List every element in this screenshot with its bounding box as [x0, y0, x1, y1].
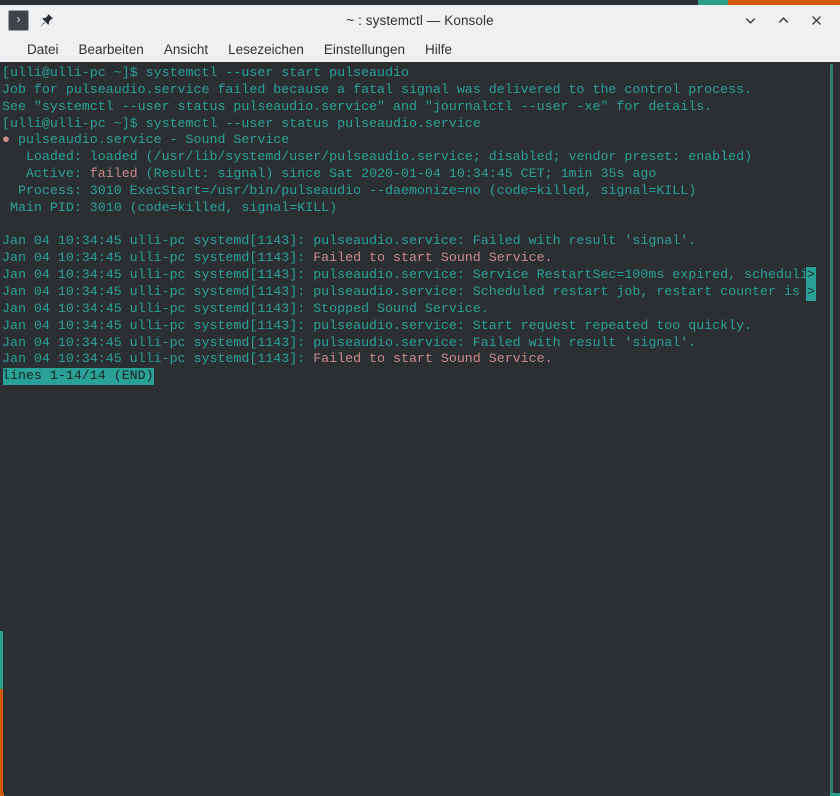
menu-bar: Datei Bearbeiten Ansicht Lesezeichen Ein…: [0, 36, 840, 62]
terminal-status-line: lines 1-14/14 (END): [2, 368, 824, 386]
terminal-line: Jan 04 10:34:45 ulli-pc systemd[1143]: F…: [2, 250, 824, 267]
terminal-line-text: Jan 04 10:34:45 ulli-pc systemd[1143]: p…: [2, 317, 753, 333]
terminal-line: Active: failed (Result: signal) since Sa…: [2, 166, 824, 183]
terminal-scrollbar-thumb[interactable]: [830, 64, 833, 794]
line-truncation-marker: >: [806, 283, 816, 301]
terminal-line-text: Jan 04 10:34:45 ulli-pc systemd[1143]: p…: [2, 334, 697, 350]
terminal-line: Jan 04 10:34:45 ulli-pc systemd[1143]: p…: [2, 335, 824, 352]
menu-item-einstellungen[interactable]: Einstellungen: [314, 39, 415, 60]
terminal-line: Process: 3010 ExecStart=/usr/bin/pulseau…: [2, 183, 824, 200]
terminal-line: ● pulseaudio.service - Sound Service: [2, 132, 824, 149]
terminal-line: Jan 04 10:34:45 ulli-pc systemd[1143]: F…: [2, 351, 824, 368]
window-controls: [712, 13, 832, 28]
terminal-scrollbar[interactable]: [830, 62, 833, 796]
menu-item-bearbeiten[interactable]: Bearbeiten: [69, 39, 154, 60]
terminal-line: See "systemctl --user status pulseaudio.…: [2, 99, 824, 116]
menu-item-lesezeichen[interactable]: Lesezeichen: [218, 39, 314, 60]
terminal-line: Loaded: loaded (/usr/lib/systemd/user/pu…: [2, 149, 824, 166]
terminal-prompt-icon[interactable]: ›: [8, 10, 29, 31]
frame-left-orange: [0, 689, 3, 796]
terminal-line: Jan 04 10:34:45 ulli-pc systemd[1143]: p…: [2, 318, 824, 335]
terminal-line: [ulli@ulli-pc ~]$ systemctl --user start…: [2, 65, 824, 82]
terminal-error-text: Failed to start Sound Service.: [313, 250, 553, 266]
accent-segment-orange: [728, 0, 840, 5]
accent-segment-dark: [0, 0, 698, 5]
terminal-line: Jan 04 10:34:45 ulli-pc systemd[1143]: p…: [2, 283, 824, 301]
terminal-line-text: Loaded: loaded (/usr/lib/systemd/user/pu…: [2, 149, 753, 165]
accent-segment-teal: [698, 0, 728, 5]
terminal-line-text: See "systemctl --user status pulseaudio.…: [2, 98, 713, 114]
window-frame-left-accent: [0, 62, 3, 796]
menu-item-datei[interactable]: Datei: [17, 39, 69, 60]
terminal-line-text: Jan 04 10:34:45 ulli-pc systemd[1143]: S…: [2, 300, 489, 316]
menu-item-hilfe[interactable]: Hilfe: [415, 39, 462, 60]
terminal-line-text: Jan 04 10:34:45 ulli-pc systemd[1143]:: [2, 250, 314, 266]
terminal-line-text: Active:: [2, 166, 90, 182]
terminal-line: Job for pulseaudio.service failed becaus…: [2, 82, 824, 99]
terminal-line-text: pulseaudio.service - Sound Service: [9, 132, 290, 148]
terminal-line: Jan 04 10:34:45 ulli-pc systemd[1143]: p…: [2, 267, 824, 284]
terminal-line-text: Process: 3010 ExecStart=/usr/bin/pulseau…: [2, 182, 697, 198]
terminal-area[interactable]: [ulli@ulli-pc ~]$ systemctl --user start…: [0, 62, 840, 796]
terminal-line: Main PID: 3010 (code=killed, signal=KILL…: [2, 200, 824, 217]
terminal-error-text: failed: [89, 166, 138, 182]
terminal-line: Jan 04 10:34:45 ulli-pc systemd[1143]: p…: [2, 233, 824, 250]
window-accent-stripe: [0, 0, 840, 5]
frame-left-teal: [0, 631, 3, 689]
frame-left-dark: [0, 62, 3, 631]
menu-item-ansicht[interactable]: Ansicht: [154, 39, 218, 60]
konsole-window: › ~ : systemctl — Konsole Datei Bearbeit…: [0, 0, 840, 796]
terminal-line: Jan 04 10:34:45 ulli-pc systemd[1143]: S…: [2, 301, 824, 318]
pager-status-line: lines 1-14/14 (END): [2, 368, 154, 386]
terminal-line: [ulli@ulli-pc ~]$ systemctl --user statu…: [2, 116, 824, 133]
minimize-icon[interactable]: [743, 13, 758, 28]
terminal-line-text: Jan 04 10:34:45 ulli-pc systemd[1143]: p…: [2, 267, 808, 283]
pin-icon[interactable]: [38, 13, 54, 29]
terminal-line-text: Jan 04 10:34:45 ulli-pc systemd[1143]: p…: [2, 233, 697, 249]
close-icon[interactable]: [809, 13, 824, 28]
terminal-line-text: Jan 04 10:34:45 ulli-pc systemd[1143]: p…: [2, 283, 808, 299]
line-truncation-marker: >: [806, 267, 816, 284]
service-status-bullet-icon: ●: [2, 132, 10, 148]
terminal-line-text: Main PID: 3010 (code=killed, signal=KILL…: [2, 199, 338, 215]
maximize-icon[interactable]: [776, 13, 791, 28]
title-bar-left-controls: ›: [8, 10, 128, 31]
terminal-line-text: Jan 04 10:34:45 ulli-pc systemd[1143]:: [2, 351, 314, 367]
title-bar[interactable]: › ~ : systemctl — Konsole: [0, 5, 840, 36]
window-title: ~ : systemctl — Konsole: [346, 13, 494, 28]
terminal-output[interactable]: [ulli@ulli-pc ~]$ systemctl --user start…: [0, 62, 824, 796]
terminal-line-text: (Result: signal) since Sat 2020-01-04 10…: [137, 166, 657, 182]
terminal-line-text: Job for pulseaudio.service failed becaus…: [2, 81, 753, 97]
terminal-line-text: [ulli@ulli-pc ~]$ systemctl --user start…: [2, 65, 409, 80]
terminal-line-text: [ulli@ulli-pc ~]$ systemctl --user statu…: [2, 115, 481, 131]
terminal-error-text: Failed to start Sound Service.: [313, 351, 553, 367]
